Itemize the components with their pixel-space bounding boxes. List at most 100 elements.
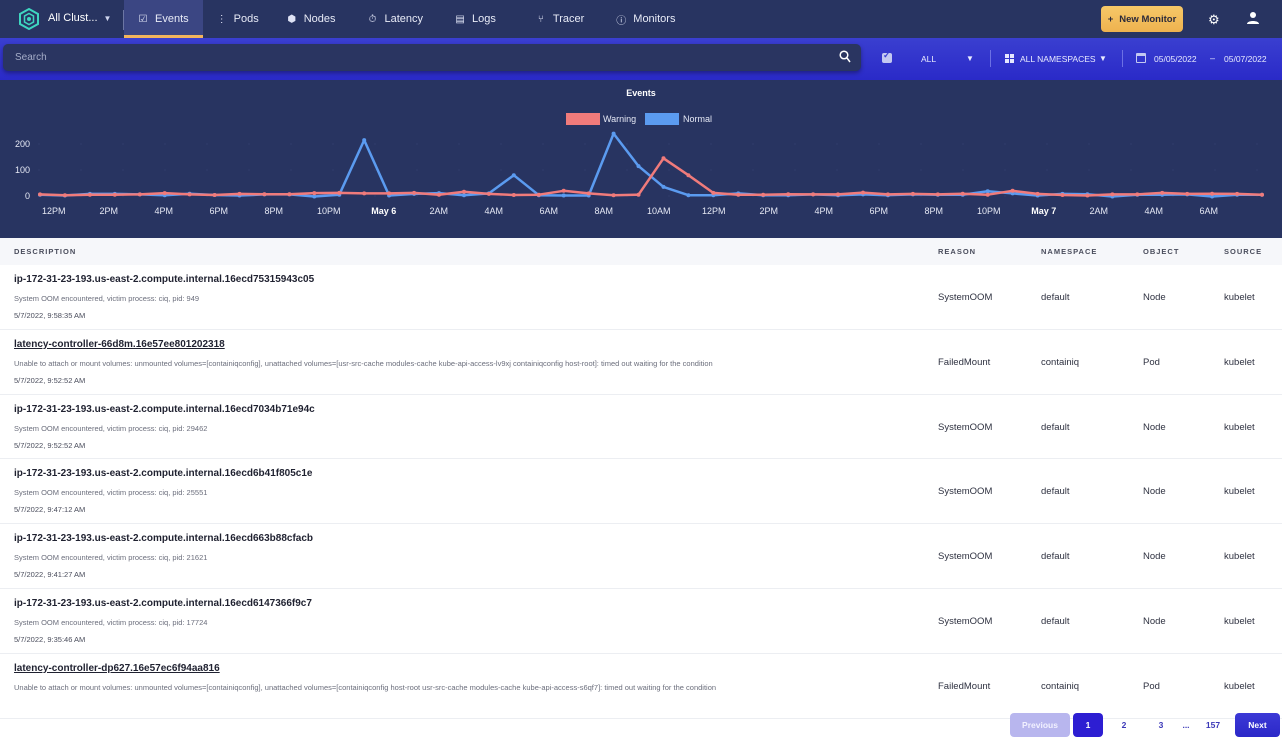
data-point-warning[interactable] [287,192,292,197]
event-type-checkbox-icon[interactable] [882,50,892,63]
event-name[interactable]: latency-controller-dp627.16e57ec6f94aa81… [14,663,220,674]
date-to[interactable]: 05/07/2022 [1224,54,1267,64]
data-point-warning[interactable] [1085,193,1090,198]
data-point-normal[interactable] [362,138,367,143]
data-point-warning[interactable] [162,191,167,196]
page-3-button[interactable]: 3 [1149,713,1173,737]
namespace-select[interactable]: ALL NAMESPACES [1020,54,1096,64]
data-point-warning[interactable] [935,192,940,197]
column-header-reason[interactable]: REASON [938,247,976,256]
tab-events[interactable]: ☑ Events [124,0,203,38]
search-input[interactable] [3,44,823,71]
data-point-warning[interactable] [387,191,392,196]
data-point-normal[interactable] [611,131,616,136]
data-point-warning[interactable] [1110,192,1115,197]
table-row[interactable]: latency-controller-dp627.16e57ec6f94aa81… [0,653,1282,719]
data-point-warning[interactable] [187,192,192,197]
data-point-warning[interactable] [1235,191,1240,196]
table-row[interactable]: ip-172-31-23-193.us-east-2.compute.inter… [0,394,1282,460]
table-row[interactable]: ip-172-31-23-193.us-east-2.compute.inter… [0,459,1282,525]
containiq-logo-icon[interactable] [18,8,40,30]
data-point-warning[interactable] [736,192,741,197]
data-point-warning[interactable] [38,192,42,197]
data-point-warning[interactable] [1160,190,1165,195]
date-from[interactable]: 05/05/2022 [1154,54,1197,64]
user-icon[interactable] [1246,11,1260,25]
data-point-normal[interactable] [312,194,317,199]
data-point-warning[interactable] [960,191,965,196]
data-point-warning[interactable] [312,191,317,196]
data-point-warning[interactable] [337,190,342,195]
cluster-selector[interactable]: All Clust... ▼ [48,12,111,24]
chevron-down-icon[interactable]: ▼ [1099,54,1107,63]
data-point-warning[interactable] [112,192,117,197]
chevron-down-icon[interactable]: ▼ [966,54,974,63]
table-row[interactable]: ip-172-31-23-193.us-east-2.compute.inter… [0,589,1282,654]
data-point-warning[interactable] [636,192,641,197]
data-point-warning[interactable] [1135,192,1140,197]
column-header-object[interactable]: OBJECT [1143,247,1179,256]
data-point-warning[interactable] [1210,191,1215,196]
data-point-warning[interactable] [885,192,890,197]
legend-swatch-warning[interactable] [566,113,600,125]
data-point-warning[interactable] [1260,192,1264,197]
tab-pods[interactable]: ⋮ Pods [203,0,273,38]
event-name[interactable]: latency-controller-66d8m.16e57ee80120231… [14,339,225,350]
new-monitor-button[interactable]: + New Monitor [1101,6,1183,32]
data-point-warning[interactable] [137,192,142,197]
table-row[interactable]: latency-controller-66d8m.16e57ee80120231… [0,329,1282,395]
page-1-button[interactable]: 1 [1073,713,1103,737]
data-point-warning[interactable] [985,192,990,197]
event-type-select[interactable]: ALL [921,54,936,64]
data-point-warning[interactable] [486,191,491,196]
data-point-warning[interactable] [910,191,915,196]
data-point-normal[interactable] [686,193,691,198]
data-point-warning[interactable] [711,190,716,195]
data-point-warning[interactable] [836,192,840,197]
data-point-warning[interactable] [412,190,417,195]
data-point-warning[interactable] [1185,191,1190,196]
table-row[interactable]: ip-172-31-23-193.us-east-2.compute.inter… [0,524,1282,589]
table-row[interactable]: ip-172-31-23-193.us-east-2.compute.inter… [0,265,1282,330]
legend-label-warning[interactable]: Warning [603,114,636,124]
data-point-normal[interactable] [511,173,516,178]
data-point-warning[interactable] [237,191,242,196]
tab-logs[interactable]: ▤ Logs [437,0,510,38]
data-point-warning[interactable] [1060,193,1065,197]
data-point-warning[interactable] [786,192,791,197]
legend-swatch-normal[interactable] [645,113,679,125]
data-point-warning[interactable] [761,192,766,197]
data-point-warning[interactable] [212,193,217,197]
data-point-normal[interactable] [561,193,566,198]
data-point-warning[interactable] [87,192,92,197]
data-point-warning[interactable] [1010,188,1015,193]
data-point-warning[interactable] [511,193,516,197]
data-point-warning[interactable] [62,193,67,198]
last-page-button[interactable]: 157 [1201,713,1225,737]
column-header-description[interactable]: DESCRIPTION [14,247,76,256]
previous-page-button[interactable]: Previous [1010,713,1070,737]
data-point-warning[interactable] [462,189,466,194]
data-point-warning[interactable] [437,192,441,197]
page-2-button[interactable]: 2 [1112,713,1136,737]
data-point-warning[interactable] [1035,191,1040,196]
data-point-warning[interactable] [561,188,566,193]
column-header-namespace[interactable]: NAMESPACE [1041,247,1097,256]
calendar-icon[interactable] [1136,53,1146,63]
data-point-warning[interactable] [536,192,541,197]
data-point-normal[interactable] [661,184,666,189]
column-header-source[interactable]: SOURCE [1224,247,1262,256]
search-icon[interactable] [839,50,851,63]
data-point-warning[interactable] [362,191,367,196]
data-point-warning[interactable] [686,173,691,178]
data-point-warning[interactable] [811,192,816,197]
data-point-warning[interactable] [661,156,666,161]
data-point-normal[interactable] [636,164,641,169]
gear-icon[interactable]: ⚙ [1208,12,1220,28]
tab-latency[interactable]: ⏱ Latency [350,0,438,38]
tab-tracer[interactable]: ⑂ Tracer [510,0,598,38]
data-point-warning[interactable] [586,191,591,196]
legend-label-normal[interactable]: Normal [683,114,712,124]
data-point-warning[interactable] [262,192,267,197]
next-page-button[interactable]: Next [1235,713,1280,737]
